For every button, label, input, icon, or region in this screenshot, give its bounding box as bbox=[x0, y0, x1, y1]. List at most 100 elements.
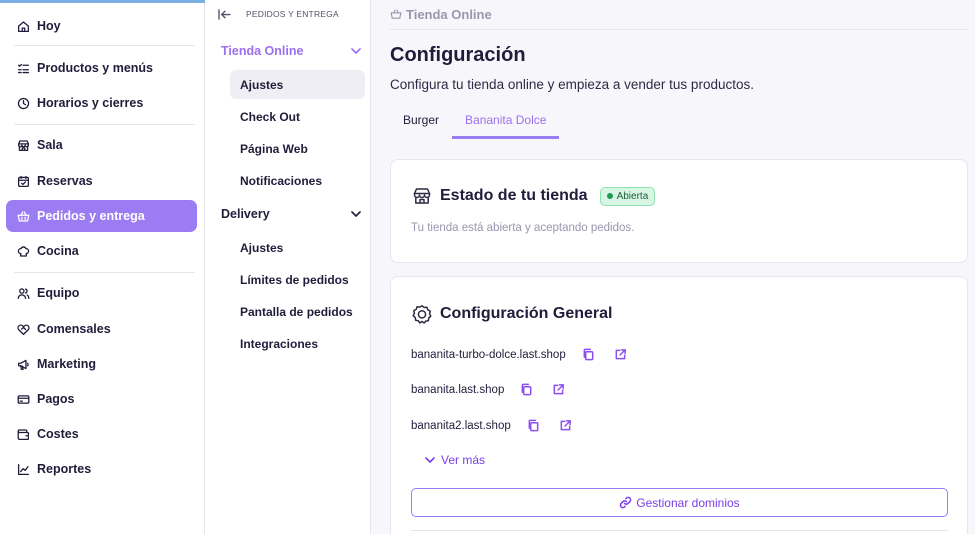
header-divider bbox=[390, 29, 967, 30]
nav-item-comensales[interactable]: Comensales bbox=[6, 313, 197, 345]
tab-bananita-dolce[interactable]: Bananita Dolce bbox=[452, 104, 560, 139]
copy-icon[interactable] bbox=[582, 348, 596, 362]
subnav-item-label: Notificaciones bbox=[240, 173, 323, 188]
tab-label: Bananita Dolce bbox=[465, 113, 547, 127]
card-title: Configuración General bbox=[412, 304, 612, 324]
card-title-label: Configuración General bbox=[440, 305, 613, 322]
external-link-icon[interactable] bbox=[614, 348, 628, 362]
group-tienda-online[interactable]: Tienda Online bbox=[221, 41, 361, 61]
chef-hat-icon bbox=[16, 244, 30, 258]
subnav-item-label: Ajustes bbox=[240, 240, 284, 255]
chevron-down-icon bbox=[351, 211, 361, 217]
nav-item-horarios[interactable]: Horarios y cierres bbox=[6, 87, 197, 119]
nav-item-label: Cocina bbox=[37, 244, 79, 258]
card-title-label: Estado de tu tienda bbox=[440, 187, 588, 204]
group-delivery[interactable]: Delivery bbox=[221, 204, 361, 224]
gear-icon bbox=[412, 304, 432, 324]
page-title: Configuración bbox=[390, 44, 526, 66]
nav-item-label: Equipo bbox=[37, 286, 80, 300]
section-divider bbox=[411, 530, 948, 531]
manage-domains-button[interactable]: Gestionar dominios bbox=[411, 488, 948, 517]
show-more-label: Ver más bbox=[441, 453, 486, 467]
nav-item-hoy[interactable]: Hoy bbox=[6, 10, 197, 42]
nav-item-cocina[interactable]: Cocina bbox=[6, 235, 197, 267]
show-more-link[interactable]: Ver más bbox=[425, 451, 485, 469]
domain-url: bananita2.last.shop bbox=[411, 420, 511, 432]
nav-item-label: Pagos bbox=[37, 392, 75, 406]
chevron-down-icon bbox=[425, 457, 435, 463]
nav-divider bbox=[14, 45, 195, 46]
credit-card-icon bbox=[16, 392, 30, 406]
store-icon bbox=[412, 186, 432, 206]
domain-url: bananita-turbo-dolce.last.shop bbox=[411, 349, 566, 361]
subnav-item-label: Integraciones bbox=[240, 336, 319, 351]
subnav-item-checkout[interactable]: Check Out bbox=[230, 102, 365, 131]
list-check-icon bbox=[16, 61, 30, 75]
subnav-item-integraciones[interactable]: Integraciones bbox=[230, 329, 365, 358]
subnav-header: PEDIDOS Y ENTREGA bbox=[218, 7, 339, 21]
nav-item-label: Productos y menús bbox=[37, 61, 153, 75]
nav-item-productos[interactable]: Productos y menús bbox=[6, 52, 197, 84]
nav-item-pagos[interactable]: Pagos bbox=[6, 383, 197, 415]
nav-item-label: Marketing bbox=[37, 357, 97, 371]
external-link-icon[interactable] bbox=[552, 383, 566, 397]
store-tabs: Burger Bananita Dolce bbox=[390, 104, 560, 139]
chart-line-icon bbox=[16, 462, 30, 476]
main-sidebar: Hoy Productos y menús Horarios y cierres… bbox=[0, 0, 205, 534]
subnav-item-label: Check Out bbox=[240, 109, 301, 124]
domain-row: bananita.last.shop bbox=[411, 380, 566, 400]
nav-item-marketing[interactable]: Marketing bbox=[6, 348, 197, 380]
subnav-item-delivery-ajustes[interactable]: Ajustes bbox=[230, 233, 365, 262]
subnav-header-label: PEDIDOS Y ENTREGA bbox=[246, 9, 339, 19]
nav-item-label: Costes bbox=[37, 427, 79, 441]
nav-item-reservas[interactable]: Reservas bbox=[6, 165, 197, 197]
tab-burger[interactable]: Burger bbox=[390, 104, 452, 139]
collapse-arrow-icon[interactable] bbox=[218, 8, 232, 20]
nav-item-label: Comensales bbox=[37, 322, 111, 336]
group-title-label: Delivery bbox=[221, 207, 270, 221]
wallet-icon bbox=[16, 427, 30, 441]
nav-item-pedidos[interactable]: Pedidos y entrega bbox=[6, 200, 197, 232]
heart-handshake-icon bbox=[16, 322, 30, 336]
domain-row: bananita-turbo-dolce.last.shop bbox=[411, 345, 628, 365]
subnav-item-ajustes[interactable]: Ajustes bbox=[230, 70, 365, 99]
subnav-item-label: Límites de pedidos bbox=[240, 272, 349, 287]
link-icon bbox=[620, 496, 632, 509]
copy-icon[interactable] bbox=[527, 419, 541, 433]
breadcrumb: Tienda Online bbox=[390, 6, 492, 22]
external-link-icon[interactable] bbox=[559, 419, 573, 433]
page-subtitle: Configura tu tienda online y empieza a v… bbox=[390, 77, 754, 92]
store-icon bbox=[16, 138, 30, 152]
nav-item-reportes[interactable]: Reportes bbox=[6, 453, 197, 485]
subnav-item-limites[interactable]: Límites de pedidos bbox=[230, 265, 365, 294]
status-dot bbox=[606, 193, 613, 199]
subnav-item-notificaciones[interactable]: Notificaciones bbox=[230, 166, 365, 195]
sidebar-top-accent bbox=[0, 0, 205, 3]
basket-icon bbox=[16, 209, 30, 223]
nav-item-label: Hoy bbox=[37, 19, 61, 33]
card-title: Estado de tu tienda Abierta bbox=[412, 186, 656, 206]
subnav-item-label: Pantalla de pedidos bbox=[240, 304, 353, 319]
copy-icon[interactable] bbox=[520, 383, 534, 397]
nav-item-label: Pedidos y entrega bbox=[37, 209, 145, 223]
secondary-sidebar: PEDIDOS Y ENTREGA Tienda Online Ajustes … bbox=[205, 0, 371, 534]
megaphone-icon bbox=[16, 357, 30, 371]
domain-row: bananita2.last.shop bbox=[411, 416, 573, 436]
group-title-label: Tienda Online bbox=[221, 44, 304, 58]
subnav-item-label: Ajustes bbox=[240, 77, 284, 92]
nav-item-label: Reservas bbox=[37, 174, 93, 188]
nav-item-sala[interactable]: Sala bbox=[6, 129, 197, 161]
home-icon bbox=[16, 19, 30, 33]
subnav-item-pantalla[interactable]: Pantalla de pedidos bbox=[230, 297, 365, 326]
clock-icon bbox=[16, 96, 30, 110]
nav-item-costes[interactable]: Costes bbox=[6, 418, 197, 450]
users-icon bbox=[16, 286, 30, 300]
subnav-item-pagina-web[interactable]: Página Web bbox=[230, 134, 365, 163]
nav-item-equipo[interactable]: Equipo bbox=[6, 277, 197, 309]
tab-label: Burger bbox=[403, 113, 440, 127]
nav-item-label: Sala bbox=[37, 138, 63, 152]
domain-url: bananita.last.shop bbox=[411, 384, 505, 396]
basket-icon bbox=[390, 9, 402, 19]
subnav-item-label: Página Web bbox=[240, 141, 308, 156]
nav-item-label: Horarios y cierres bbox=[37, 96, 144, 110]
